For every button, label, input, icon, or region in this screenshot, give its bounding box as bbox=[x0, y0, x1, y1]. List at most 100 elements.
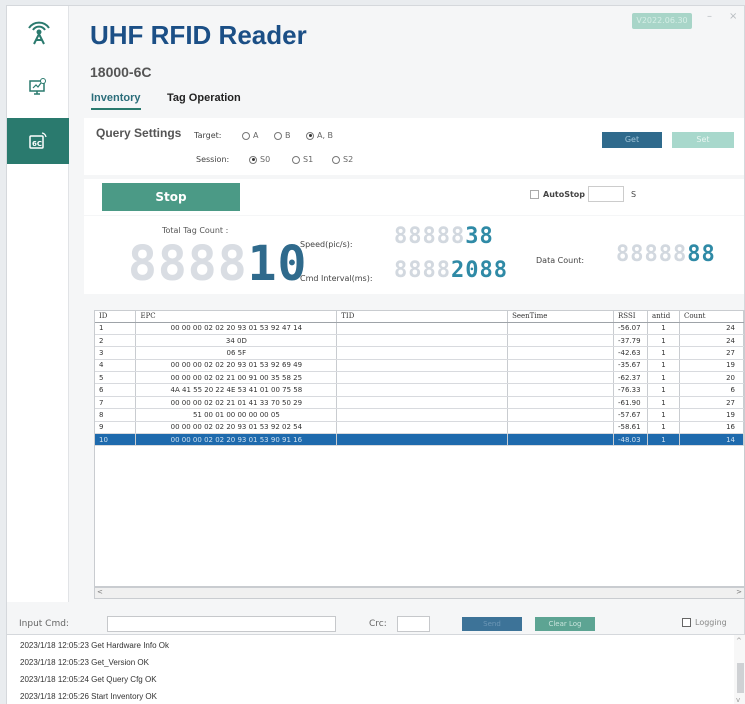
table-row[interactable]: 7 00 00 00 02 02 21 01 41 33 70 50 29 -61.… bbox=[95, 396, 744, 410]
cell-epc: 00 00 00 02 02 20 93 01 53 90 91 16 bbox=[135, 433, 338, 447]
cell-tid bbox=[336, 359, 509, 373]
cell-epc: 00 00 00 02 02 20 93 01 53 92 47 14 bbox=[135, 322, 338, 335]
cell-id: 3 bbox=[95, 346, 137, 360]
svg-text:6C: 6C bbox=[32, 140, 42, 148]
cell-epc: 51 00 01 00 00 00 00 05 bbox=[135, 408, 338, 422]
scroll-right-icon[interactable]: > bbox=[736, 588, 742, 596]
cell-seentime bbox=[507, 334, 615, 348]
set-button[interactable]: Set bbox=[672, 132, 734, 148]
sidebar-item-reader-settings[interactable] bbox=[7, 64, 69, 110]
cell-rssi: -35.67 bbox=[613, 359, 648, 373]
sidebar-item-18000-6c[interactable]: 6C bbox=[7, 118, 69, 164]
cell-count: 14 bbox=[679, 433, 744, 447]
table-row[interactable]: 10 00 00 00 02 02 20 93 01 53 90 91 16 -48… bbox=[95, 433, 744, 447]
rfid-antenna-icon bbox=[25, 16, 53, 46]
cell-tid bbox=[336, 371, 509, 385]
session-radio-s1[interactable]: S1 bbox=[292, 155, 313, 164]
cell-count: 20 bbox=[679, 371, 744, 385]
column-header-count[interactable]: Count bbox=[679, 311, 744, 323]
session-radio-s0[interactable]: S0 bbox=[249, 155, 270, 164]
cell-tid bbox=[336, 421, 509, 435]
cell-seentime bbox=[507, 322, 615, 335]
session-label: Session: bbox=[196, 155, 230, 164]
cell-rssi: -57.67 bbox=[613, 408, 648, 422]
log-line: 2023/1/18 12:05:26 Start Inventory OK bbox=[20, 692, 157, 701]
cell-count: 16 bbox=[679, 421, 744, 435]
cell-count: 27 bbox=[679, 346, 744, 360]
data-count-label: Data Count: bbox=[536, 256, 585, 265]
target-radio-ab[interactable]: A, B bbox=[306, 131, 333, 140]
crc-field[interactable] bbox=[397, 616, 430, 632]
cell-rssi: -61.90 bbox=[613, 396, 648, 410]
cell-tid bbox=[336, 322, 509, 335]
table-row[interactable]: 6 4A 41 55 20 22 4E 53 41 01 00 75 58 -76.… bbox=[95, 383, 744, 397]
column-header-tid[interactable]: TID bbox=[336, 311, 509, 323]
sidebar: 6C bbox=[7, 6, 69, 602]
table-row[interactable]: 4 00 00 00 02 02 20 93 01 53 92 69 49 -35.… bbox=[95, 359, 744, 373]
scroll-left-icon[interactable]: < bbox=[97, 588, 103, 596]
autostop-seconds-input[interactable] bbox=[588, 186, 624, 202]
main-window: 6C UHF RFID Reader V2022.06.30 – × 18000… bbox=[6, 5, 745, 704]
cell-seentime bbox=[507, 383, 615, 397]
cell-seentime bbox=[507, 421, 615, 435]
logging-checkbox[interactable]: Logging bbox=[682, 618, 727, 627]
tag-table[interactable]: ID EPC TID SeenTime RSSI antid Count 1 00… bbox=[94, 310, 745, 587]
scroll-up-icon[interactable]: ^ bbox=[736, 637, 742, 645]
cell-tid bbox=[336, 396, 509, 410]
target-radio-b[interactable]: B bbox=[274, 131, 291, 140]
minimize-button[interactable]: – bbox=[707, 11, 712, 22]
cell-antid: 1 bbox=[647, 359, 680, 373]
cell-rssi: -56.07 bbox=[613, 322, 648, 335]
data-count-display: 8888888 bbox=[616, 242, 716, 267]
table-row[interactable]: 5 00 00 00 02 02 21 00 91 00 35 58 25 -62.… bbox=[95, 371, 744, 385]
cell-antid: 1 bbox=[647, 371, 680, 385]
table-row[interactable]: 9 00 00 00 02 02 20 93 01 53 92 02 54 -58.… bbox=[95, 421, 744, 435]
scroll-down-icon[interactable]: v bbox=[736, 696, 740, 704]
tab-inventory[interactable]: Inventory bbox=[91, 92, 141, 110]
version-badge: V2022.06.30 bbox=[632, 13, 692, 29]
input-cmd-field[interactable] bbox=[107, 616, 336, 632]
cell-id: 9 bbox=[95, 421, 137, 435]
total-tag-count-display: 888810 bbox=[128, 236, 308, 292]
cell-count: 19 bbox=[679, 359, 744, 373]
cell-seentime bbox=[507, 433, 615, 447]
cell-tid bbox=[336, 408, 509, 422]
6c-tag-icon: 6C bbox=[29, 132, 47, 149]
log-line: 2023/1/18 12:05:24 Get Query Cfg OK bbox=[20, 675, 157, 684]
get-button[interactable]: Get bbox=[602, 132, 662, 148]
session-radio-s2[interactable]: S2 bbox=[332, 155, 353, 164]
cell-antid: 1 bbox=[647, 383, 680, 397]
cell-seentime bbox=[507, 346, 615, 360]
clear-log-button[interactable]: Clear Log bbox=[535, 617, 595, 631]
table-row[interactable]: 1 00 00 00 02 02 20 93 01 53 92 47 14 -56.… bbox=[95, 322, 744, 335]
autostop-checkbox[interactable]: AutoStop bbox=[530, 190, 585, 199]
tab-tag-operation[interactable]: Tag Operation bbox=[167, 92, 241, 104]
table-row[interactable]: 2 34 0D -37.79 1 24 bbox=[95, 334, 744, 348]
stop-button[interactable]: Stop bbox=[102, 183, 240, 211]
cell-id: 2 bbox=[95, 334, 137, 348]
column-header-seentime[interactable]: SeenTime bbox=[507, 311, 615, 323]
cell-id: 8 bbox=[95, 408, 137, 422]
log-scrollbar[interactable]: ^ v bbox=[734, 635, 745, 704]
table-row[interactable]: 3 06 5F -42.63 1 27 bbox=[95, 346, 744, 360]
cell-antid: 1 bbox=[647, 322, 680, 335]
target-radio-a[interactable]: A bbox=[242, 131, 258, 140]
column-header-rssi[interactable]: RSSI bbox=[613, 311, 648, 323]
cell-seentime bbox=[507, 359, 615, 373]
close-button[interactable]: × bbox=[729, 11, 737, 22]
scroll-thumb[interactable] bbox=[737, 663, 744, 693]
send-button[interactable]: Send bbox=[462, 617, 522, 631]
column-header-id[interactable]: ID bbox=[95, 311, 137, 323]
table-row[interactable]: 8 51 00 01 00 00 00 00 05 -57.67 1 19 bbox=[95, 408, 744, 422]
autostop-unit: S bbox=[631, 190, 637, 199]
table-header-row: ID EPC TID SeenTime RSSI antid Count bbox=[95, 311, 744, 323]
cell-rssi: -48.03 bbox=[613, 433, 648, 447]
log-panel[interactable]: 2023/1/18 12:05:23 Get Hardware Info Ok … bbox=[7, 634, 745, 704]
column-header-epc[interactable]: EPC bbox=[135, 311, 338, 323]
column-header-antid[interactable]: antid bbox=[647, 311, 680, 323]
cell-epc: 00 00 00 02 02 21 01 41 33 70 50 29 bbox=[135, 396, 338, 410]
log-line: 2023/1/18 12:05:23 Get_Version OK bbox=[20, 658, 149, 667]
cell-antid: 1 bbox=[647, 433, 680, 447]
horizontal-scrollbar[interactable]: < > bbox=[94, 587, 745, 599]
log-line: 2023/1/18 12:05:23 Get Hardware Info Ok bbox=[20, 641, 169, 650]
